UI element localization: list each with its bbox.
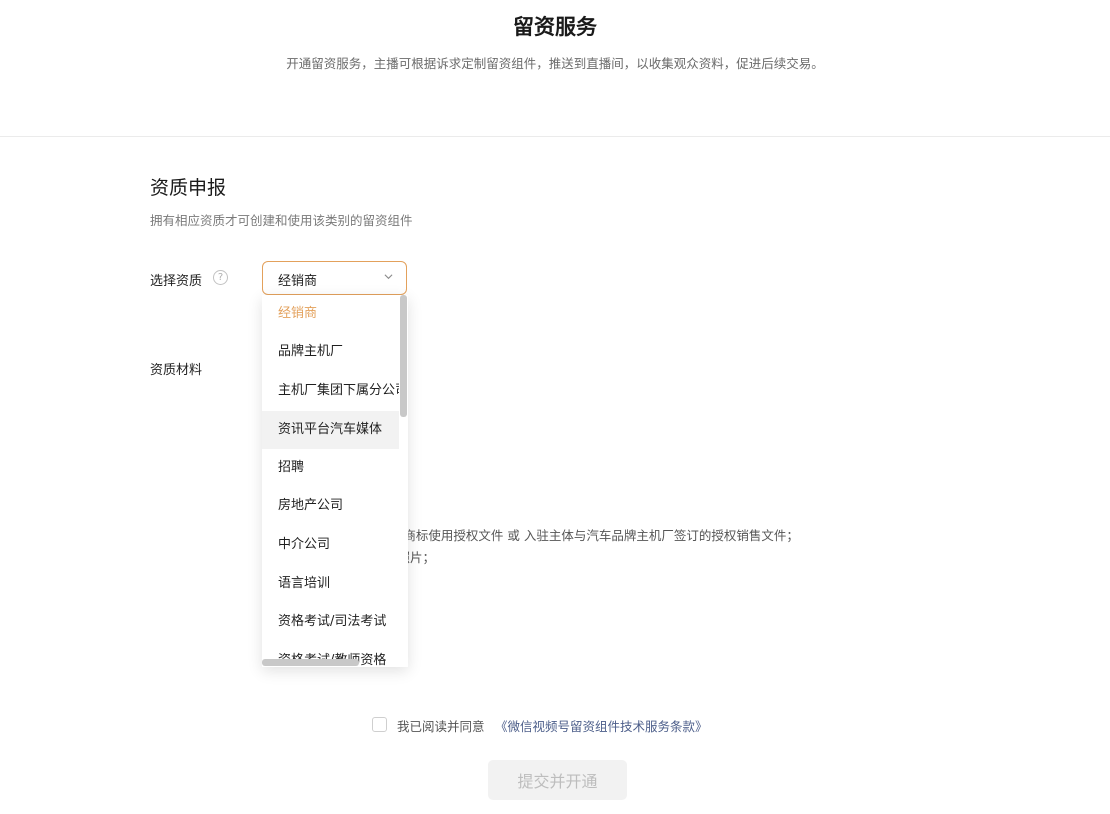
materials-label: 资质材料: [150, 363, 203, 378]
dropdown-horizontal-scrollbar[interactable]: [262, 659, 359, 666]
question-circle-icon[interactable]: ?: [213, 270, 228, 285]
submit-button[interactable]: 提交并开通: [488, 760, 627, 800]
dropdown-vertical-scrollbar[interactable]: [400, 295, 407, 417]
page-header: 留资服务 开通留资服务，主播可根据诉求定制留资组件，推送到直播间，以收集观众资料…: [0, 0, 1110, 137]
dropdown-option-agency[interactable]: 中介公司: [262, 526, 399, 564]
materials-hint-line1: 5+商标使用授权文件 或 入驻主体与汽车品牌主机厂签订的授权销售文件；: [385, 528, 799, 543]
dropdown-option-brand-oem[interactable]: 品牌主机厂: [262, 333, 399, 371]
page-subtitle: 开通留资服务，主播可根据诉求定制留资组件，推送到直播间，以收集观众资料，促进后续…: [286, 56, 824, 71]
qualification-dropdown: 经销商 品牌主机厂 主机厂集团下属分公司 资讯平台汽车媒体 招聘 房地产公司 中…: [262, 295, 408, 667]
agreement-checkbox[interactable]: [372, 717, 387, 732]
dropdown-option-recruitment[interactable]: 招聘: [262, 449, 399, 487]
dropdown-option-language-training[interactable]: 语言培训: [262, 565, 399, 603]
chevron-down-icon: [384, 274, 393, 280]
dropdown-option-qualification-exam[interactable]: 资格考试/司法考试: [262, 603, 399, 641]
section-description: 拥有相应资质才可创建和使用该类别的留资组件: [150, 213, 413, 228]
dropdown-option-real-estate[interactable]: 房地产公司: [262, 487, 399, 525]
section-title: 资质申报: [150, 177, 227, 199]
qualification-select[interactable]: 经销商: [262, 261, 407, 295]
qualification-label: 选择资质: [150, 274, 203, 289]
agreement-terms-link[interactable]: 《微信视频号留资组件技术服务条款》: [495, 716, 708, 735]
dropdown-option-auto-media[interactable]: 资讯平台汽车媒体: [262, 411, 399, 449]
dropdown-option-oem-subsidiary[interactable]: 主机厂集团下属分公司: [262, 372, 399, 410]
dropdown-option-dealer[interactable]: 经销商: [262, 295, 399, 333]
qualification-select-value: 经销商: [278, 274, 318, 289]
page-title: 留资服务: [513, 15, 597, 39]
agreement-text: 我已阅读并同意: [397, 719, 485, 734]
